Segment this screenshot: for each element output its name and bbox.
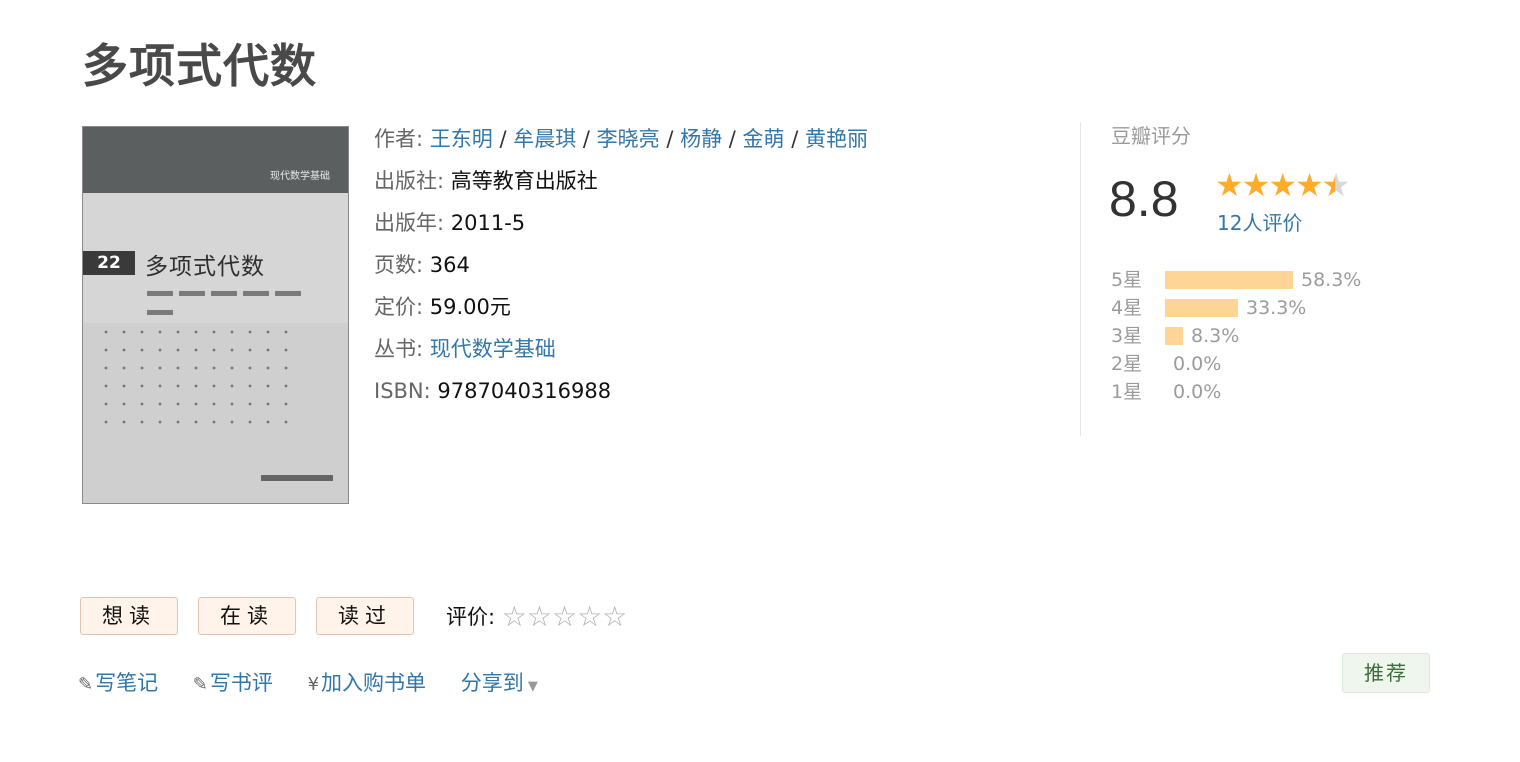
book-info: 作者: 王东明 / 牟晨琪 / 李晓亮 / 杨静 / 金萌 / 黄艳丽 出版社:… bbox=[374, 118, 868, 412]
info-pages-row: 页数: 364 bbox=[374, 244, 868, 286]
author-link[interactable]: 黄艳丽 bbox=[805, 127, 868, 151]
cover-dot-pattern bbox=[97, 323, 297, 433]
distribution-label: 3星 bbox=[1111, 325, 1143, 347]
isbn-value: 9787040316988 bbox=[437, 379, 612, 403]
yen-icon: ¥ bbox=[307, 674, 320, 695]
info-authors-row: 作者: 王东明 / 牟晨琪 / 李晓亮 / 杨静 / 金萌 / 黄艳丽 bbox=[374, 127, 868, 151]
cover-publisher-mark bbox=[261, 475, 333, 481]
publisher-label: 出版社: bbox=[374, 169, 445, 193]
cover-authors-block bbox=[147, 287, 307, 315]
year-value: 2011-5 bbox=[450, 211, 526, 235]
distribution-bar bbox=[1165, 271, 1293, 289]
book-cover-image[interactable]: 现代数学基础 22 多项式代数 bbox=[82, 126, 349, 504]
year-label: 出版年: bbox=[374, 211, 445, 235]
star-full-icon: ★ bbox=[1268, 166, 1297, 204]
pencil-icon: ✎ bbox=[78, 674, 94, 695]
distribution-row: 1星 0.0% bbox=[1111, 378, 1361, 406]
star-half-icon: ★ bbox=[1322, 166, 1351, 204]
pages-value: 364 bbox=[429, 253, 470, 277]
pencil-icon: ✎ bbox=[192, 674, 208, 695]
rating-count-link[interactable]: 12人评价 bbox=[1217, 207, 1302, 236]
pages-label: 页数: bbox=[374, 253, 424, 277]
info-isbn-row: ISBN: 9787040316988 bbox=[374, 370, 868, 412]
write-note-label: 写笔记 bbox=[95, 671, 159, 695]
page-title: 多项式代数 bbox=[82, 39, 317, 93]
recommend-button[interactable]: 推荐 bbox=[1342, 653, 1430, 693]
write-review-link[interactable]: ✎写书评 bbox=[193, 671, 273, 695]
price-label: 定价: bbox=[374, 295, 424, 319]
series-label: 丛书: bbox=[374, 337, 424, 361]
rating-stars: ★★★★★ bbox=[1215, 166, 1351, 204]
reading-status-actions: 想读 在读 读过 bbox=[80, 597, 434, 635]
reading-button[interactable]: 在读 bbox=[198, 597, 296, 635]
distribution-row: 4星 33.3% bbox=[1111, 294, 1361, 322]
cover-header-band bbox=[83, 127, 348, 193]
series-link[interactable]: 现代数学基础 bbox=[430, 337, 556, 361]
info-series-row: 丛书: 现代数学基础 bbox=[374, 328, 868, 370]
distribution-bar bbox=[1165, 327, 1183, 345]
my-rating-stars-input[interactable]: ☆☆☆☆☆ bbox=[502, 600, 628, 633]
cover-series-text: 现代数学基础 bbox=[270, 171, 330, 182]
author-link[interactable]: 李晓亮 bbox=[597, 127, 660, 151]
rating-distribution: 5星 58.3% 4星 33.3% 3星 8.3% 2星 0.0% 1星 0.0% bbox=[1111, 266, 1361, 406]
distribution-label: 1星 bbox=[1111, 381, 1143, 403]
rating-divider bbox=[1080, 122, 1081, 436]
want-read-button[interactable]: 想读 bbox=[80, 597, 178, 635]
author-label: 作者: bbox=[374, 127, 424, 151]
distribution-label: 4星 bbox=[1111, 297, 1143, 319]
distribution-percent: 58.3% bbox=[1301, 269, 1362, 291]
my-rating-label: 评价: bbox=[446, 605, 496, 629]
add-cart-link[interactable]: ¥加入购书单 bbox=[308, 671, 426, 695]
distribution-row: 2星 0.0% bbox=[1111, 350, 1361, 378]
info-year-row: 出版年: 2011-5 bbox=[374, 202, 868, 244]
write-note-link[interactable]: ✎写笔记 bbox=[78, 671, 158, 695]
author-link[interactable]: 杨静 bbox=[680, 127, 722, 151]
distribution-label: 2星 bbox=[1111, 353, 1143, 375]
action-links: ✎写笔记 ✎写书评 ¥加入购书单 分享到 ▼ bbox=[78, 667, 566, 697]
author-link[interactable]: 王东明 bbox=[430, 127, 493, 151]
cover-volume-number: 22 bbox=[83, 251, 135, 275]
publisher-value: 高等教育出版社 bbox=[450, 169, 598, 193]
distribution-bar bbox=[1165, 299, 1238, 317]
add-cart-label: 加入购书单 bbox=[321, 671, 427, 695]
distribution-label: 5星 bbox=[1111, 269, 1143, 291]
write-review-label: 写书评 bbox=[209, 671, 273, 695]
rating-score: 8.8 bbox=[1109, 171, 1179, 227]
info-price-row: 定价: 59.00元 bbox=[374, 286, 868, 328]
distribution-percent: 0.0% bbox=[1173, 353, 1222, 375]
distribution-percent: 8.3% bbox=[1191, 325, 1240, 347]
cover-title: 多项式代数 bbox=[145, 254, 265, 280]
my-rating: 评价: ☆☆☆☆☆ bbox=[446, 600, 627, 633]
rating-section-label: 豆瓣评分 bbox=[1111, 124, 1191, 148]
star-full-icon: ★ bbox=[1215, 166, 1244, 204]
read-button[interactable]: 读过 bbox=[316, 597, 414, 635]
author-link[interactable]: 金萌 bbox=[743, 127, 785, 151]
star-full-icon: ★ bbox=[1295, 166, 1324, 204]
distribution-percent: 0.0% bbox=[1173, 381, 1222, 403]
price-value: 59.00元 bbox=[429, 295, 511, 319]
star-full-icon: ★ bbox=[1241, 166, 1271, 204]
distribution-row: 3星 8.3% bbox=[1111, 322, 1361, 350]
caret-down-icon: ▼ bbox=[523, 679, 538, 694]
distribution-row: 5星 58.3% bbox=[1111, 266, 1361, 294]
info-publisher-row: 出版社: 高等教育出版社 bbox=[374, 160, 868, 202]
author-link[interactable]: 牟晨琪 bbox=[513, 127, 576, 151]
share-dropdown[interactable]: 分享到 ▼ bbox=[461, 671, 538, 695]
distribution-percent: 33.3% bbox=[1246, 297, 1307, 319]
share-label: 分享到 bbox=[460, 671, 524, 695]
isbn-label: ISBN: bbox=[374, 379, 431, 403]
